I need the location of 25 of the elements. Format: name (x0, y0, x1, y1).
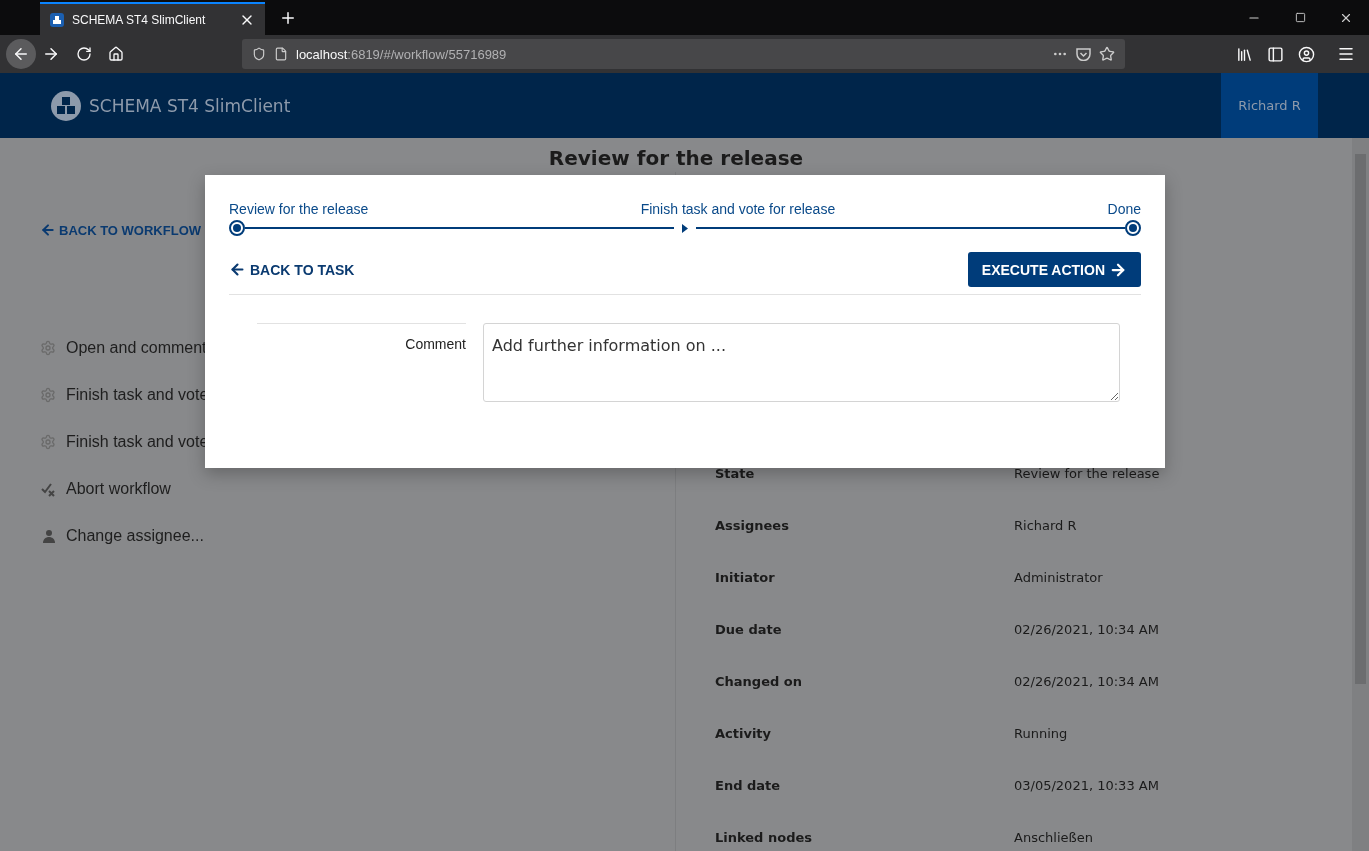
detail-value: 02/26/2021, 10:34 AM (1014, 622, 1159, 639)
detail-label: State (715, 466, 756, 483)
detail-label: Activity (715, 726, 773, 743)
detail-label: Linked nodes (715, 830, 813, 847)
step-label: Review for the release (229, 201, 369, 217)
url-path: :6819/#/workflow/55716989 (347, 46, 508, 62)
step-label: Finish task and vote for release (640, 201, 836, 217)
app-brand: SCHEMA ST4 SlimClient (89, 95, 291, 116)
page-title: Review for the release (547, 145, 805, 172)
detail-value: Anschließen (1014, 830, 1093, 847)
detail-value: Review for the release (1014, 466, 1160, 483)
detail-value: Richard R (1014, 518, 1077, 535)
detail-value: 03/05/2021, 10:33 AM (1014, 778, 1159, 795)
detail-value: Administrator (1014, 570, 1103, 587)
step-label: Done (1107, 201, 1141, 217)
detail-label: Changed on (715, 674, 803, 691)
detail-value: 02/26/2021, 10:34 AM (1014, 674, 1159, 691)
comment-label: Comment (257, 323, 466, 402)
detail-value: Running (1014, 726, 1068, 743)
detail-label: End date (715, 778, 782, 795)
url-host: localhost (296, 46, 348, 62)
detail-label: Due date (715, 622, 783, 639)
detail-label: Initiator (715, 570, 776, 587)
tab-title: SCHEMA ST4 SlimClient (72, 12, 207, 27)
detail-label: Assignees (715, 518, 790, 535)
